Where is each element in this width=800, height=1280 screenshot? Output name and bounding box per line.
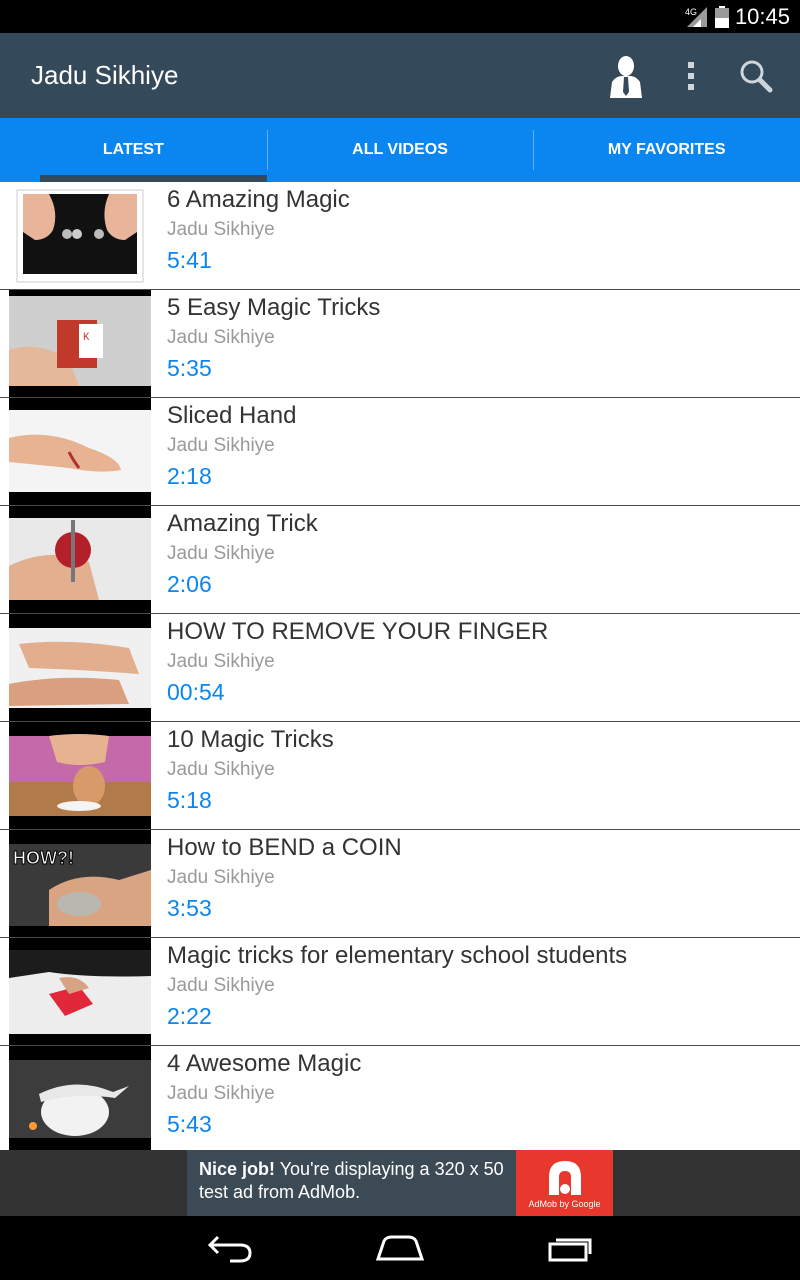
- back-button[interactable]: [180, 1216, 280, 1280]
- video-channel: Jadu Sikhiye: [167, 651, 275, 672]
- video-title: HOW TO REMOVE YOUR FINGER: [167, 618, 549, 645]
- video-channel: Jadu Sikhiye: [167, 219, 275, 240]
- video-row[interactable]: 10 Magic Tricks Jadu Sikhiye 5:18: [0, 722, 800, 830]
- tab-label: MY FAVORITES: [607, 141, 726, 158]
- selected-tab-indicator: [40, 175, 267, 182]
- video-channel: Jadu Sikhiye: [167, 327, 275, 348]
- ad-text: Nice job! You're displaying a 320 x 50 t…: [199, 1158, 509, 1204]
- video-list: 6 Amazing Magic Jadu Sikhiye 5:41 K 5 Ea…: [0, 182, 800, 1154]
- tab-label: LATEST: [102, 141, 164, 158]
- app-title: Jadu Sikhiye: [31, 60, 179, 90]
- action-bar: Jadu Sikhiye: [0, 33, 800, 118]
- video-duration: 00:54: [167, 679, 225, 705]
- video-row[interactable]: HOW?! How to BEND a COIN Jadu Sikhiye 3:…: [0, 830, 800, 938]
- overflow-menu-button[interactable]: [661, 33, 721, 118]
- video-title: 6 Amazing Magic: [167, 186, 350, 213]
- ad-banner[interactable]: Nice job! You're displaying a 320 x 50 t…: [187, 1150, 613, 1216]
- video-title: 5 Easy Magic Tricks: [167, 294, 381, 321]
- tab-bar: LATEST ALL VIDEOS MY FAVORITES: [0, 118, 800, 182]
- network-label: 4G: [685, 7, 697, 17]
- video-duration: 2:18: [167, 463, 212, 489]
- video-channel: Jadu Sikhiye: [167, 543, 275, 564]
- tab-label: ALL VIDEOS: [352, 141, 448, 158]
- video-duration: 3:53: [167, 895, 212, 921]
- account-button[interactable]: [596, 33, 656, 118]
- video-row[interactable]: Magic tricks for elementary school stude…: [0, 938, 800, 1046]
- video-duration: 5:43: [167, 1111, 212, 1137]
- video-thumbnail: [9, 398, 151, 505]
- video-title: 10 Magic Tricks: [167, 726, 334, 753]
- home-icon: [375, 1235, 425, 1261]
- video-row[interactable]: HOW TO REMOVE YOUR FINGER Jadu Sikhiye 0…: [0, 614, 800, 722]
- video-duration: 5:41: [167, 247, 212, 273]
- clock: 10:45: [734, 3, 790, 29]
- video-channel: Jadu Sikhiye: [167, 975, 275, 996]
- video-row[interactable]: K 5 Easy Magic Tricks Jadu Sikhiye 5:35: [0, 290, 800, 398]
- status-bar: 4G 10:45: [0, 0, 800, 33]
- video-duration: 2:06: [167, 571, 212, 597]
- video-thumbnail: [9, 1046, 151, 1153]
- video-thumbnail: HOW?!: [9, 830, 151, 937]
- video-title: How to BEND a COIN: [167, 834, 402, 861]
- thumbnail-overlay-text: HOW?!: [13, 848, 74, 868]
- system-nav-bar: [0, 1216, 800, 1280]
- back-icon: [207, 1235, 252, 1263]
- video-thumbnail: [9, 182, 151, 289]
- more-vert-icon: [688, 61, 694, 90]
- search-icon: [740, 60, 773, 92]
- admob-caption: AdMob by Google: [528, 1199, 601, 1209]
- tab-my-favorites[interactable]: MY FAVORITES: [533, 118, 800, 182]
- signal-icon: 4G: [685, 6, 707, 27]
- video-title: 4 Awesome Magic: [167, 1050, 362, 1077]
- video-channel: Jadu Sikhiye: [167, 435, 275, 456]
- home-button[interactable]: [350, 1216, 450, 1280]
- video-title: Sliced Hand: [167, 402, 297, 429]
- video-channel: Jadu Sikhiye: [167, 867, 275, 888]
- video-duration: 5:35: [167, 355, 212, 381]
- admob-icon: [548, 1161, 581, 1195]
- admob-logo: AdMob by Google: [516, 1150, 613, 1216]
- tab-latest[interactable]: LATEST: [0, 118, 267, 182]
- tab-all-videos[interactable]: ALL VIDEOS: [266, 118, 534, 182]
- video-row[interactable]: Sliced Hand Jadu Sikhiye 2:18: [0, 398, 800, 506]
- video-channel: Jadu Sikhiye: [167, 759, 275, 780]
- video-thumbnail: [9, 938, 151, 1045]
- search-button[interactable]: [726, 33, 786, 118]
- ad-headline: Nice job!: [199, 1159, 276, 1179]
- video-row[interactable]: Amazing Trick Jadu Sikhiye 2:06: [0, 506, 800, 614]
- video-title: Magic tricks for elementary school stude…: [167, 942, 628, 969]
- video-thumbnail: [9, 614, 151, 721]
- recents-icon: [548, 1238, 592, 1262]
- video-thumbnail: [9, 722, 151, 829]
- video-title: Amazing Trick: [167, 510, 318, 537]
- video-duration: 2:22: [167, 1003, 212, 1029]
- video-row[interactable]: 6 Amazing Magic Jadu Sikhiye 5:41: [0, 182, 800, 290]
- ad-banner-area: Nice job! You're displaying a 320 x 50 t…: [0, 1150, 800, 1216]
- video-thumbnail: K: [9, 290, 151, 397]
- video-channel: Jadu Sikhiye: [167, 1083, 275, 1104]
- user-icon: [610, 55, 642, 98]
- video-duration: 5:18: [167, 787, 212, 813]
- svg-text:K: K: [83, 332, 90, 343]
- video-thumbnail: [9, 506, 151, 613]
- battery-icon: [714, 5, 729, 28]
- video-row[interactable]: 4 Awesome Magic Jadu Sikhiye 5:43: [0, 1046, 800, 1154]
- recents-button[interactable]: [520, 1216, 620, 1280]
